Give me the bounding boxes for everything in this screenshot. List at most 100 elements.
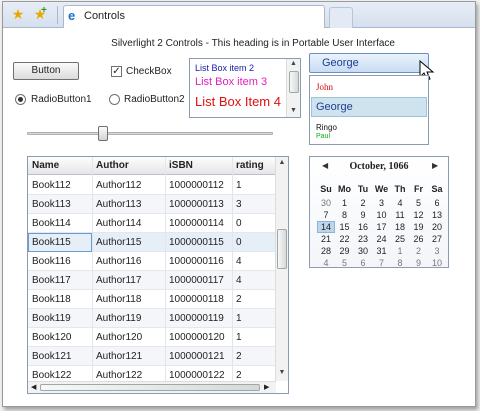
table-cell[interactable]: Book122 xyxy=(32,370,71,381)
table-cell[interactable]: 1000000116 xyxy=(169,256,224,267)
table-cell[interactable]: Author120 xyxy=(96,332,142,343)
data-grid[interactable]: Name Author iSBN rating Book112 Author112… xyxy=(27,156,289,394)
table-cell[interactable]: 0 xyxy=(236,218,242,229)
scroll-down-icon[interactable]: ▼ xyxy=(287,107,300,114)
calendar-day[interactable]: 4 xyxy=(391,198,409,208)
calendar-day[interactable]: 18 xyxy=(391,222,409,232)
table-row[interactable]: Book113 Author113 1000000113 3 xyxy=(28,195,276,214)
column-header-author[interactable]: Author xyxy=(96,160,129,171)
calendar-day[interactable]: 6 xyxy=(354,258,372,268)
list-item[interactable]: List Box Item 4 xyxy=(195,94,281,109)
button[interactable]: Button xyxy=(13,62,79,80)
calendar-day[interactable]: 26 xyxy=(410,234,428,244)
list-box-scrollbar[interactable]: ▲ ▼ xyxy=(286,59,300,117)
table-cell[interactable]: 1000000119 xyxy=(169,313,224,324)
tab-controls[interactable]: e Controls xyxy=(63,5,325,28)
calendar-day[interactable]: 23 xyxy=(354,234,372,244)
table-cell[interactable]: 2 xyxy=(236,351,242,362)
scroll-thumb[interactable] xyxy=(289,71,299,93)
table-row[interactable]: Book119 Author119 1000000119 1 xyxy=(28,309,276,328)
table-cell[interactable]: 0 xyxy=(236,237,242,248)
list-box[interactable]: List Box item 2 List Box item 3 List Box… xyxy=(189,58,301,118)
table-cell[interactable]: 3 xyxy=(236,199,242,210)
calendar-day[interactable]: 11 xyxy=(391,210,409,220)
table-cell[interactable]: 1 xyxy=(236,180,242,191)
table-row[interactable]: Book121 Author121 1000000121 2 xyxy=(28,347,276,366)
table-cell[interactable]: 1000000118 xyxy=(169,294,224,305)
list-item[interactable]: List Box item 2 xyxy=(195,63,254,73)
calendar-day[interactable]: 3 xyxy=(428,246,446,256)
combo-option-ringo[interactable]: Ringo xyxy=(316,123,337,132)
calendar-day[interactable]: 15 xyxy=(336,222,354,232)
calendar-day[interactable]: 31 xyxy=(373,246,391,256)
calendar-day[interactable]: 2 xyxy=(354,198,372,208)
combo-option-john[interactable]: John xyxy=(316,82,333,92)
table-cell[interactable]: Book120 xyxy=(32,332,71,343)
slider-thumb[interactable] xyxy=(98,126,108,141)
calendar-day[interactable]: 17 xyxy=(373,222,391,232)
data-grid-horizontal-scrollbar[interactable]: ◀ ▶ xyxy=(28,381,276,393)
favorites-star-icon[interactable]: ★ xyxy=(9,5,27,23)
column-header-name[interactable]: Name xyxy=(32,160,59,171)
scroll-right-icon[interactable]: ▶ xyxy=(264,383,269,391)
calendar-day[interactable]: 21 xyxy=(317,234,335,244)
calendar-month-label[interactable]: October, 1066 xyxy=(310,161,448,172)
scroll-up-icon[interactable]: ▲ xyxy=(287,60,300,67)
calendar-day[interactable]: 5 xyxy=(336,258,354,268)
calendar-day[interactable]: 3 xyxy=(373,198,391,208)
calendar-day[interactable]: 29 xyxy=(336,246,354,256)
table-cell[interactable]: Author114 xyxy=(96,218,141,229)
new-tab-button[interactable] xyxy=(329,7,353,28)
table-cell[interactable]: 2 xyxy=(236,370,242,381)
calendar-day[interactable]: 7 xyxy=(317,210,335,220)
table-cell[interactable]: Book116 xyxy=(32,256,71,267)
table-cell[interactable]: 1 xyxy=(236,332,242,343)
table-cell[interactable]: Author113 xyxy=(96,199,141,210)
table-cell[interactable]: Author115 xyxy=(96,237,141,248)
calendar-day[interactable]: 8 xyxy=(336,210,354,220)
table-cell[interactable]: Author122 xyxy=(96,370,142,381)
table-row[interactable]: Book120 Author120 1000000120 1 xyxy=(28,328,276,347)
column-header-isbn[interactable]: iSBN xyxy=(169,160,193,171)
checkbox[interactable]: ✓ xyxy=(111,66,122,77)
table-cell[interactable]: Book114 xyxy=(32,218,71,229)
calendar-day[interactable]: 6 xyxy=(428,198,446,208)
table-cell[interactable]: Book112 xyxy=(32,180,71,191)
table-cell[interactable]: 1000000122 xyxy=(169,370,225,381)
table-row[interactable]: Book114 Author114 1000000114 0 xyxy=(28,214,276,233)
calendar-next-icon[interactable]: ▶ xyxy=(432,161,438,170)
scroll-thumb[interactable] xyxy=(277,229,287,269)
table-cell[interactable]: Author116 xyxy=(96,256,141,267)
table-cell[interactable]: Book118 xyxy=(32,294,71,305)
calendar-day[interactable]: 19 xyxy=(410,222,428,232)
radio-button-1[interactable] xyxy=(15,94,26,105)
calendar-day[interactable]: 16 xyxy=(354,222,372,232)
calendar-day[interactable]: 13 xyxy=(428,210,446,220)
table-cell[interactable]: 1000000117 xyxy=(169,275,224,286)
combo-option-paul[interactable]: Paul xyxy=(316,133,330,140)
calendar-day[interactable]: 20 xyxy=(428,222,446,232)
table-cell[interactable]: Author118 xyxy=(96,294,141,305)
table-cell[interactable]: 1000000114 xyxy=(169,218,224,229)
calendar-day[interactable]: 30 xyxy=(354,246,372,256)
table-row[interactable]: Book112 Author112 1000000112 1 xyxy=(28,176,276,195)
calendar-day[interactable]: 1 xyxy=(336,198,354,208)
table-cell[interactable]: Book119 xyxy=(32,313,71,324)
calendar-day[interactable]: 10 xyxy=(428,258,446,268)
calendar-day[interactable]: 7 xyxy=(373,258,391,268)
table-cell[interactable]: Author121 xyxy=(96,351,142,362)
calendar-day[interactable]: 9 xyxy=(354,210,372,220)
add-favorite-icon[interactable]: ★ + xyxy=(31,5,49,23)
slider-track[interactable] xyxy=(27,132,273,135)
table-cell[interactable]: 1000000113 xyxy=(169,199,224,210)
calendar-day[interactable]: 5 xyxy=(410,198,428,208)
table-row[interactable]: Book116 Author116 1000000116 4 xyxy=(28,252,276,271)
calendar-day[interactable]: 24 xyxy=(373,234,391,244)
calendar-day[interactable]: 2 xyxy=(410,246,428,256)
list-item[interactable]: List Box item 3 xyxy=(195,76,267,88)
table-cell[interactable]: Author117 xyxy=(96,275,141,286)
calendar-day[interactable]: 30 xyxy=(317,198,335,208)
table-cell[interactable]: Book113 xyxy=(32,199,71,210)
calendar-day[interactable]: 12 xyxy=(410,210,428,220)
calendar-day[interactable]: 9 xyxy=(410,258,428,268)
